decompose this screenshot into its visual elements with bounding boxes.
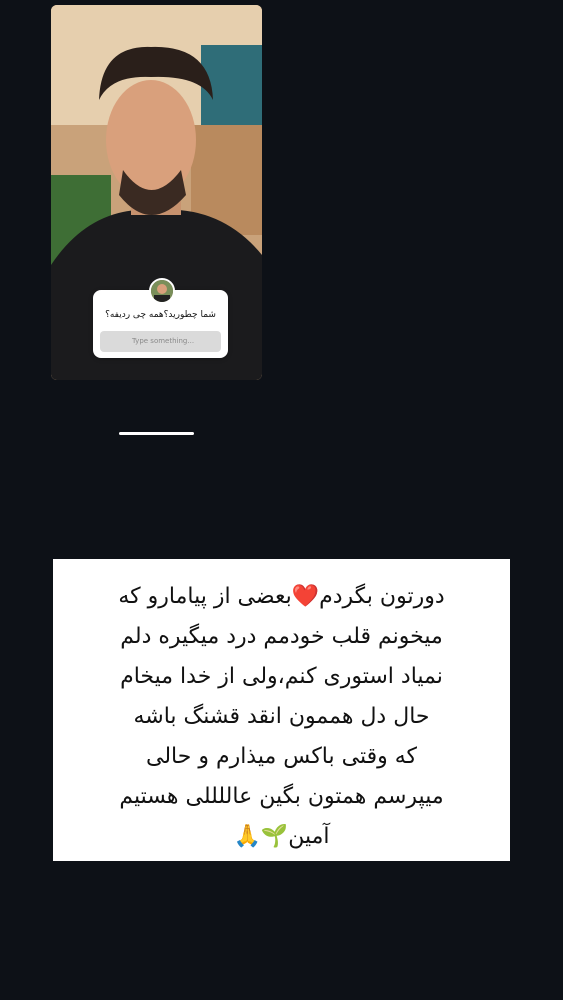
caption-text: دورتون بگردم❤️بعضی از پیامارو که میخونم … — [118, 584, 445, 849]
story-progress-indicator — [119, 432, 194, 435]
question-sticker[interactable]: شما چطورید؟همه چی ردیفه؟ Type something.… — [93, 278, 228, 358]
answer-input[interactable]: Type something... — [100, 331, 221, 352]
story-preview[interactable]: شما چطورید؟همه چی ردیفه؟ Type something.… — [51, 5, 262, 380]
caption-box: دورتون بگردم❤️بعضی از پیامارو که میخونم … — [53, 559, 510, 861]
question-text: شما چطورید؟همه چی ردیفه؟ — [105, 310, 216, 320]
avatar — [149, 278, 175, 304]
